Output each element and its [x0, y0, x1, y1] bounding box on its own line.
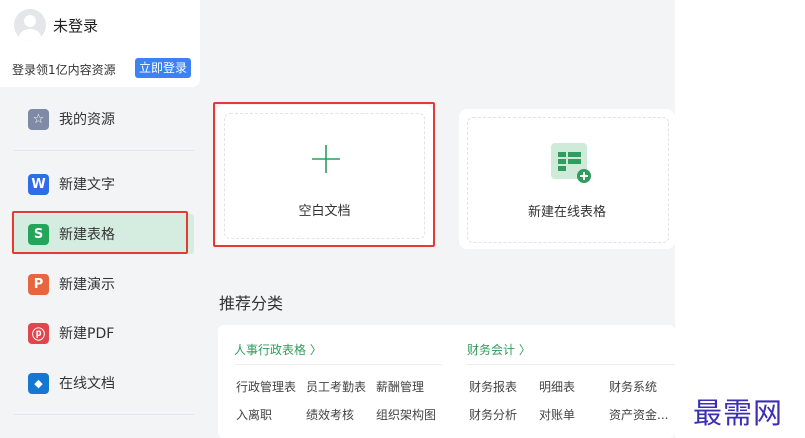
online-sheet-icon [551, 143, 591, 183]
category-item[interactable]: 绩效考核 [306, 406, 354, 423]
cloud-doc-icon: ◆ [28, 372, 49, 394]
sidebar: 未登录 登录领1亿内容资源 立即登录 ☆ 我的资源 W 新建文字 S 新建表格 … [0, 0, 200, 438]
presentation-p-icon: P [28, 273, 49, 295]
category-item[interactable]: 员工考勤表 [306, 378, 366, 395]
sidebar-divider [14, 150, 194, 151]
watermark: 最需网 [693, 396, 784, 430]
user-name[interactable]: 未登录 [53, 15, 98, 36]
sidebar-item-label: 新建PDF [59, 326, 115, 342]
category-item[interactable]: 对账单 [539, 406, 575, 423]
recommend-panel: 人事行政表格 〉 行政管理表 员工考勤表 薪酬管理 入离职 绩效考核 组织架构图… [218, 325, 675, 438]
writer-w-icon: W [28, 173, 49, 195]
plus-icon [312, 145, 340, 173]
sidebar-item-label: 新建文字 [59, 177, 115, 193]
login-promo-text: 登录领1亿内容资源 [12, 63, 116, 77]
sidebar-item-label: 新建演示 [59, 277, 115, 293]
category-item[interactable]: 资产资金... [609, 406, 668, 423]
sidebar-item-label: 我的资源 [59, 112, 115, 128]
category-item[interactable]: 财务系统 [609, 378, 657, 395]
category-divider [467, 364, 675, 365]
right-blank-area [675, 0, 805, 438]
spreadsheet-s-icon: S [28, 223, 49, 245]
sidebar-divider [14, 414, 194, 415]
new-online-sheet-card[interactable]: 新建在线表格 [459, 109, 675, 249]
sidebar-item-new-spreadsheet[interactable]: S 新建表格 [14, 214, 194, 254]
blank-document-card[interactable]: 空白文档 [216, 105, 433, 247]
sidebar-item-label: 新建表格 [59, 227, 115, 243]
card-dashed-frame [224, 113, 425, 239]
recommend-section-title: 推荐分类 [219, 294, 284, 313]
category-item[interactable]: 行政管理表 [236, 378, 296, 395]
sidebar-item-label: 在线文档 [59, 376, 115, 392]
sidebar-item-online-docs[interactable]: ◆ 在线文档 [14, 363, 194, 403]
user-card: 未登录 登录领1亿内容资源 立即登录 [0, 0, 200, 87]
pdf-icon: ⓟ [28, 322, 49, 344]
star-icon: ☆ [28, 108, 49, 130]
category-item[interactable]: 财务分析 [469, 406, 517, 423]
avatar[interactable] [14, 9, 46, 41]
category-item[interactable]: 明细表 [539, 378, 575, 395]
new-online-sheet-label: 新建在线表格 [527, 205, 606, 220]
login-button[interactable]: 立即登录 [135, 58, 191, 78]
sidebar-item-new-writer[interactable]: W 新建文字 [14, 164, 194, 204]
category-item[interactable]: 组织架构图 [376, 406, 436, 423]
category-item[interactable]: 财务报表 [469, 378, 517, 395]
category-item[interactable]: 薪酬管理 [376, 378, 424, 395]
category-header-finance[interactable]: 财务会计 〉 [467, 341, 531, 358]
category-item[interactable]: 入离职 [236, 406, 272, 423]
category-header-hr[interactable]: 人事行政表格 〉 [234, 341, 322, 358]
sidebar-item-new-pdf[interactable]: ⓟ 新建PDF [14, 313, 194, 353]
sidebar-item-new-presentation[interactable]: P 新建演示 [14, 264, 194, 304]
sidebar-item-my-resources[interactable]: ☆ 我的资源 [14, 99, 194, 139]
category-divider [234, 364, 442, 365]
blank-document-label: 空白文档 [298, 204, 351, 219]
